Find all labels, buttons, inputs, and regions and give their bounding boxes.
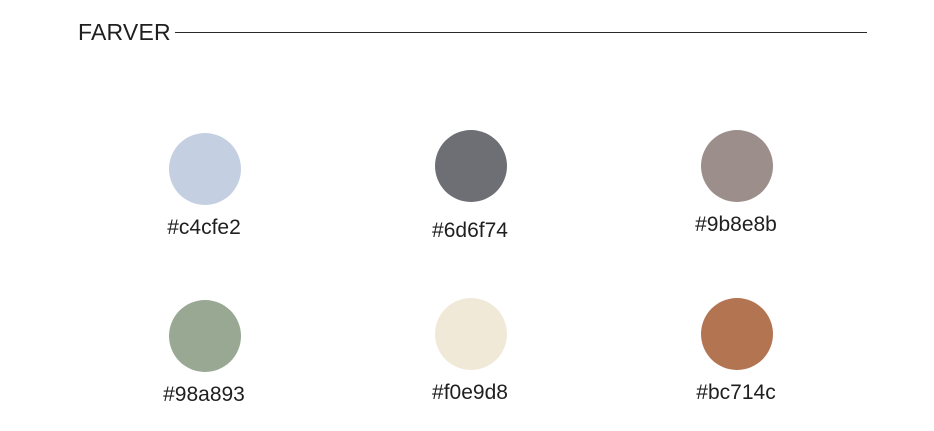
- color-hex-label: #6d6f74: [432, 219, 508, 242]
- color-circle: [435, 130, 507, 202]
- color-swatch: #6d6f74: [400, 130, 540, 250]
- color-hex-label: #98a893: [163, 383, 245, 406]
- color-hex-label: #f0e9d8: [432, 381, 508, 404]
- color-hex-label: #bc714c: [696, 381, 776, 404]
- color-swatch: #9b8e8b: [666, 130, 806, 250]
- color-circle: [169, 300, 241, 372]
- color-palette-page: FARVER #c4cfe2 #6d6f74 #9b8e8b #98a893 #…: [0, 0, 934, 431]
- color-swatch: #bc714c: [666, 298, 806, 418]
- color-swatch: #98a893: [134, 300, 274, 420]
- color-circle: [435, 298, 507, 370]
- color-swatch: #c4cfe2: [134, 133, 274, 253]
- section-title: FARVER: [78, 19, 171, 45]
- color-hex-label: #9b8e8b: [695, 213, 777, 236]
- color-circle: [701, 298, 773, 370]
- color-swatch: #f0e9d8: [400, 298, 540, 418]
- title-divider: [175, 32, 867, 33]
- color-hex-label: #c4cfe2: [167, 216, 241, 239]
- color-circle: [701, 130, 773, 202]
- color-circle: [169, 133, 241, 205]
